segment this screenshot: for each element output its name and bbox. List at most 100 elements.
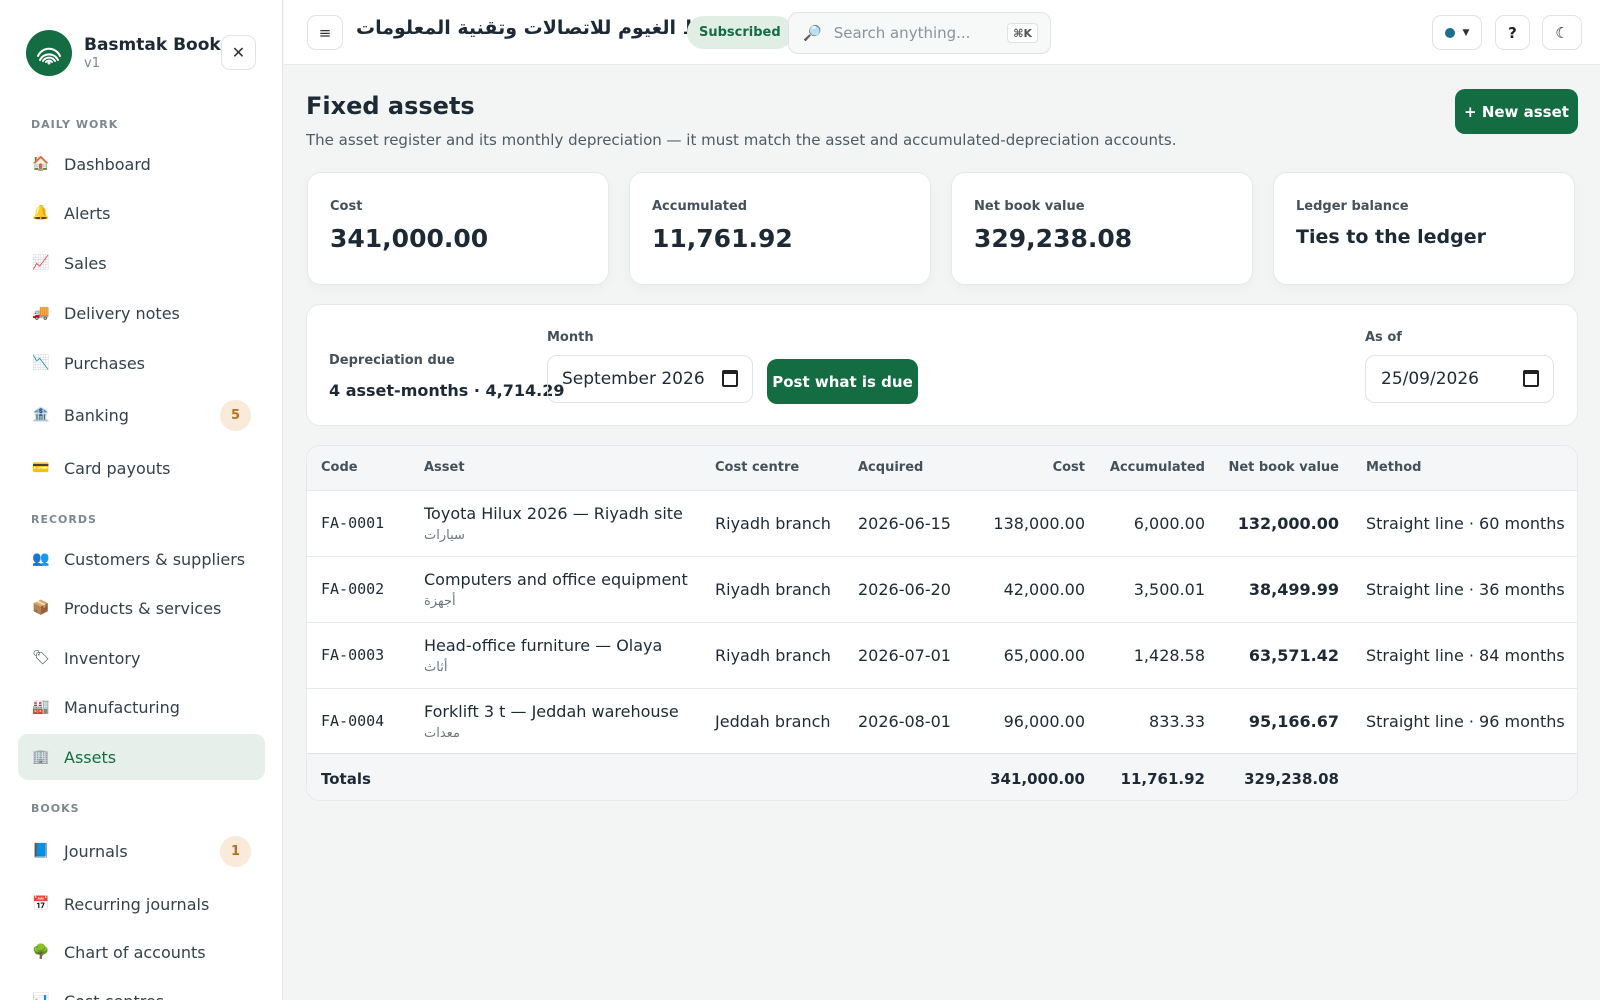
sidebar-item-sales[interactable]: 📈 Sales bbox=[18, 240, 265, 286]
calendar-icon: 📅 bbox=[32, 896, 50, 912]
sidebar-item-label: Alerts bbox=[64, 203, 111, 223]
as-of-value: 25/09/2026 bbox=[1381, 369, 1479, 389]
as-of-date-field[interactable]: 25/09/2026 bbox=[1365, 355, 1554, 403]
depreciation-panel: Depreciation due 4 asset-months · 4,714.… bbox=[306, 304, 1578, 426]
table-header: Code Asset Cost centre Acquired Cost Acc… bbox=[307, 446, 1577, 491]
as-of-label: As of bbox=[1365, 330, 1402, 345]
status-dropdown[interactable]: ▼ bbox=[1432, 15, 1482, 50]
sidebar-item-card-payouts[interactable]: 💳 Card payouts bbox=[18, 445, 265, 491]
search-icon: 🔎 bbox=[803, 24, 822, 42]
table-row[interactable]: FA-0002 Computers and office equipment أ… bbox=[307, 557, 1577, 623]
cell-code: FA-0003 bbox=[321, 646, 385, 664]
cell-cost: 96,000.00 bbox=[1003, 712, 1085, 731]
cell-asset-category: معدات bbox=[424, 726, 460, 741]
theme-toggle-button[interactable]: ☾ bbox=[1542, 15, 1582, 50]
stat-label: Accumulated bbox=[652, 199, 748, 214]
tree-icon: 🌳 bbox=[32, 944, 50, 960]
sidebar-item-label: Recurring journals bbox=[64, 894, 210, 914]
table-row[interactable]: FA-0003 Head-office furniture — Olaya أث… bbox=[307, 623, 1577, 689]
chart-down-icon: 📉 bbox=[32, 355, 50, 371]
sidebar-item-purchases[interactable]: 📉 Purchases bbox=[18, 340, 265, 386]
calendar-icon[interactable] bbox=[722, 370, 738, 387]
month-field[interactable]: September 2026 bbox=[547, 355, 753, 403]
count-badge: 5 bbox=[220, 400, 251, 431]
package-icon: 📦 bbox=[32, 600, 50, 616]
totals-net-book-value: 329,238.08 bbox=[1244, 770, 1339, 788]
column-header-asset[interactable]: Asset bbox=[424, 460, 465, 475]
calendar-icon[interactable] bbox=[1523, 370, 1539, 387]
column-header-code[interactable]: Code bbox=[321, 460, 358, 475]
stat-value: 341,000.00 bbox=[330, 224, 489, 253]
menu-button[interactable]: ≡ bbox=[307, 15, 343, 50]
column-header-acquired[interactable]: Acquired bbox=[858, 460, 923, 475]
sidebar-item-label: Sales bbox=[64, 253, 107, 273]
page-description: The asset register and its monthly depre… bbox=[306, 131, 1177, 149]
book-icon: 📘 bbox=[32, 843, 50, 859]
tag-icon: 🏷 bbox=[32, 650, 50, 666]
cell-net-book-value: 95,166.67 bbox=[1248, 712, 1339, 731]
sidebar-item-customers-suppliers[interactable]: 👥 Customers & suppliers bbox=[18, 536, 265, 582]
bar-chart-icon: 📊 bbox=[32, 993, 50, 1000]
search-placeholder: Search anything... bbox=[833, 24, 971, 42]
sidebar-item-products-services[interactable]: 📦 Products & services bbox=[18, 585, 265, 631]
cell-asset-category: أجهزة bbox=[424, 594, 456, 609]
column-header-accumulated[interactable]: Accumulated bbox=[1110, 460, 1205, 475]
sidebar-item-delivery-notes[interactable]: 🚚 Delivery notes bbox=[18, 290, 265, 336]
chart-up-icon: 📈 bbox=[32, 255, 50, 271]
table-row[interactable]: FA-0001 Toyota Hilux 2026 — Riyadh site … bbox=[307, 491, 1577, 557]
sidebar-item-label: Customers & suppliers bbox=[64, 549, 246, 569]
cell-net-book-value: 132,000.00 bbox=[1237, 514, 1339, 533]
sidebar-item-journals[interactable]: 📘 Journals 1 bbox=[18, 828, 265, 874]
card-icon: 💳 bbox=[32, 460, 50, 476]
search-input[interactable]: 🔎 Search anything... ⌘K bbox=[788, 12, 1051, 54]
brand[interactable]: Basmtak Books v1 bbox=[26, 30, 231, 76]
sidebar-item-alerts[interactable]: 🔔 Alerts bbox=[18, 190, 265, 236]
cell-asset: Forklift 3 t — Jeddah warehouse bbox=[424, 702, 679, 721]
sidebar-item-assets[interactable]: 🏢 Assets bbox=[18, 734, 265, 780]
cell-acquired: 2026-06-15 bbox=[858, 514, 951, 533]
sidebar-item-chart-of-accounts[interactable]: 🌳 Chart of accounts bbox=[18, 929, 265, 975]
column-header-cost[interactable]: Cost bbox=[1053, 460, 1085, 475]
home-icon: 🏠 bbox=[32, 156, 50, 172]
sidebar-item-banking[interactable]: 🏦 Banking 5 bbox=[18, 392, 265, 438]
column-header-cost-centre[interactable]: Cost centre bbox=[715, 460, 799, 475]
close-sidebar-button[interactable]: ✕ bbox=[221, 35, 256, 70]
sidebar-item-cost-centres[interactable]: 📊 Cost centres bbox=[18, 978, 265, 1000]
stat-label: Net book value bbox=[974, 199, 1085, 214]
stat-card-net-book-value: Net book value 329,238.08 bbox=[951, 172, 1253, 285]
sidebar-item-manufacturing[interactable]: 🏭 Manufacturing bbox=[18, 684, 265, 730]
cell-asset: Head-office furniture — Olaya bbox=[424, 636, 663, 655]
table-row[interactable]: FA-0004 Forklift 3 t — Jeddah warehouse … bbox=[307, 689, 1577, 755]
sidebar-item-recurring-journals[interactable]: 📅 Recurring journals bbox=[18, 881, 265, 927]
month-value: September 2026 bbox=[562, 369, 705, 389]
post-depreciation-button[interactable]: Post what is due bbox=[767, 359, 918, 404]
caret-down-icon: ▼ bbox=[1462, 27, 1470, 38]
cell-cost-centre: Jeddah branch bbox=[715, 712, 831, 731]
bell-icon: 🔔 bbox=[32, 205, 50, 221]
totals-label: Totals bbox=[321, 770, 371, 788]
shortcut-hint: ⌘K bbox=[1007, 23, 1038, 43]
cell-method: Straight line · 60 months bbox=[1366, 514, 1565, 533]
sidebar-item-inventory[interactable]: 🏷 Inventory bbox=[18, 635, 265, 681]
cell-code: FA-0002 bbox=[321, 580, 385, 598]
sidebar-item-label: Chart of accounts bbox=[64, 942, 206, 962]
office-building-icon: 🏢 bbox=[32, 749, 50, 765]
sidebar-item-label: Products & services bbox=[64, 598, 222, 618]
new-asset-button[interactable]: + New asset bbox=[1455, 89, 1578, 134]
sidebar: Basmtak Books v1 ✕ DAILY WORK 🏠 Dashboard… bbox=[0, 0, 283, 1000]
column-header-net-book-value[interactable]: Net book value bbox=[1228, 460, 1339, 475]
month-label: Month bbox=[547, 330, 594, 345]
cell-accumulated: 1,428.58 bbox=[1133, 646, 1205, 665]
cell-method: Straight line · 36 months bbox=[1366, 580, 1565, 599]
company-name[interactable]: خط الغيوم للاتصالات وتقنية المعلومات bbox=[356, 17, 717, 39]
status-dot-icon bbox=[1444, 27, 1455, 38]
stat-value: 329,238.08 bbox=[974, 224, 1133, 253]
sidebar-item-dashboard[interactable]: 🏠 Dashboard bbox=[18, 141, 265, 187]
help-button[interactable]: ? bbox=[1495, 15, 1530, 50]
sidebar-item-label: Card payouts bbox=[64, 458, 171, 478]
count-badge: 1 bbox=[220, 836, 251, 867]
column-header-method[interactable]: Method bbox=[1366, 460, 1421, 475]
cell-acquired: 2026-08-01 bbox=[858, 712, 951, 731]
totals-accumulated: 11,761.92 bbox=[1120, 770, 1205, 788]
sidebar-item-label: Manufacturing bbox=[64, 697, 180, 717]
